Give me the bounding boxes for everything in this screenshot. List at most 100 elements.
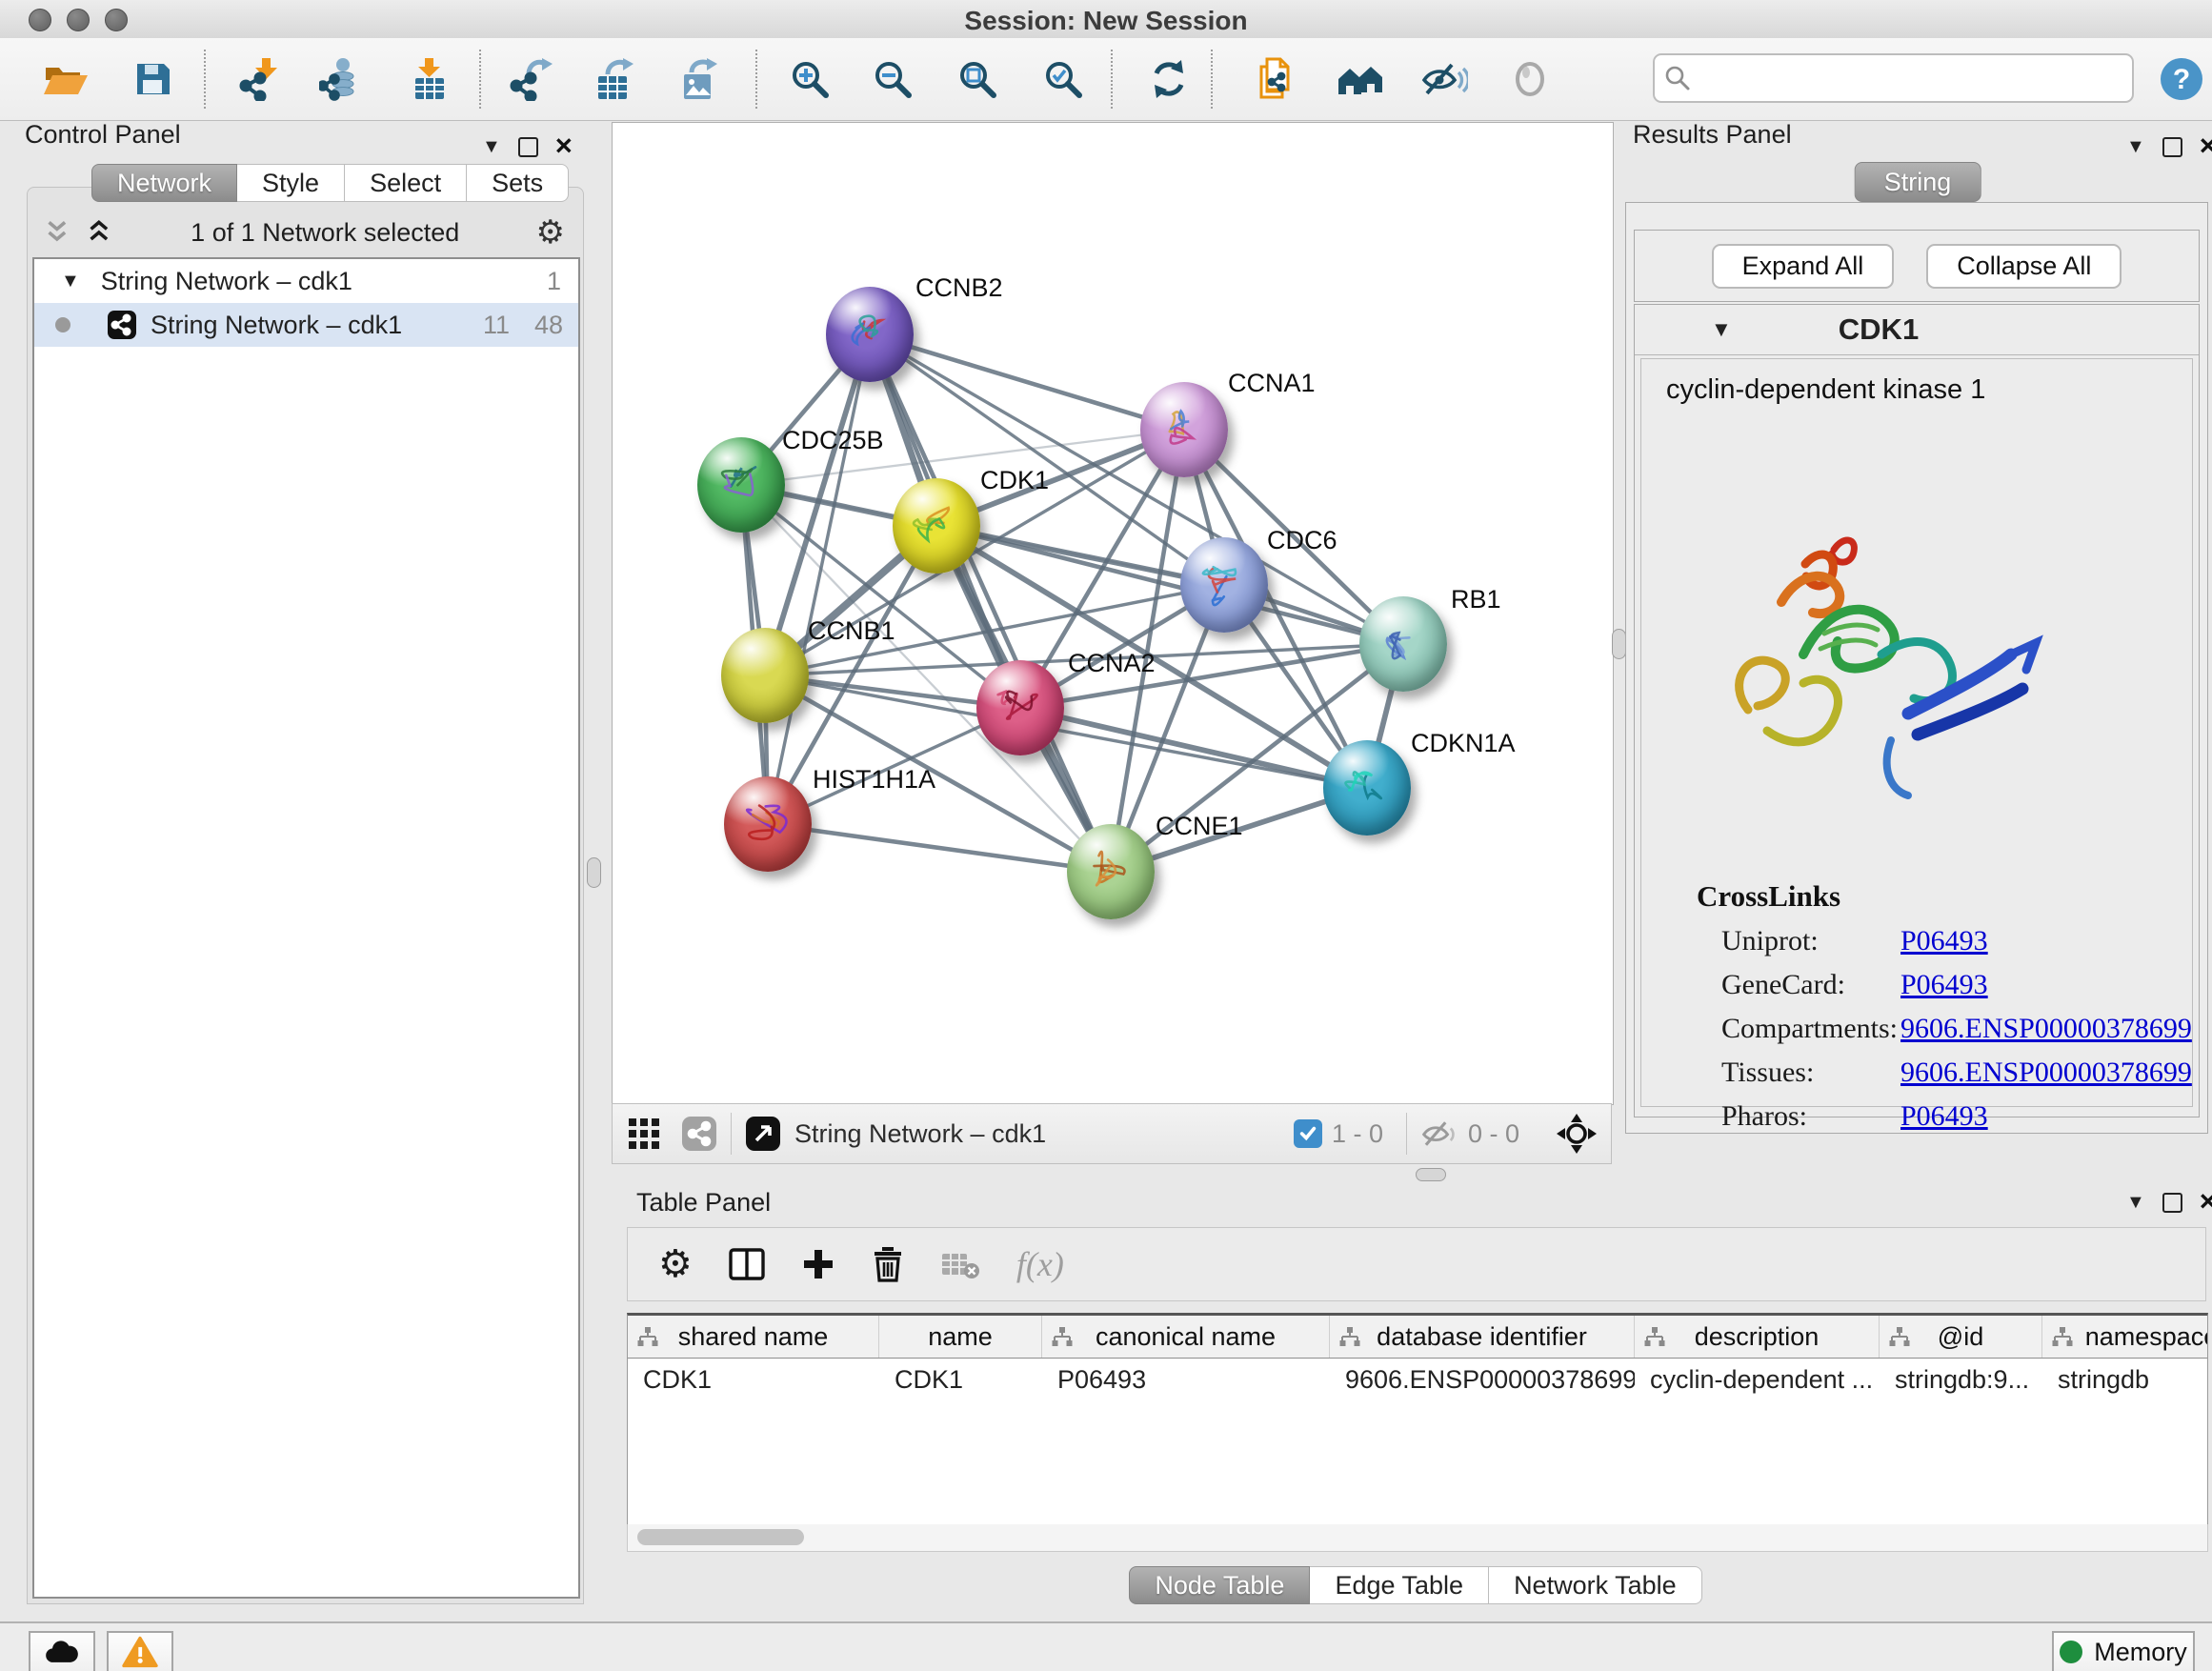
- network-node-ccna2[interactable]: [976, 660, 1064, 755]
- network-canvas[interactable]: CCNB2CCNA1CDC25BCDK1CDC6RB1CCNB1CCNA2CDK…: [612, 122, 1614, 1105]
- help-button[interactable]: ?: [2155, 52, 2208, 106]
- column-header-description[interactable]: description: [1635, 1316, 1880, 1358]
- clone-network-button[interactable]: [1249, 52, 1302, 106]
- expand-all-button[interactable]: Expand All: [1712, 244, 1895, 289]
- network-node-cdk1[interactable]: [893, 478, 980, 574]
- network-tree-row[interactable]: String Network – cdk1 11 48: [34, 303, 578, 347]
- horizontal-splitter-handle[interactable]: [1416, 1168, 1446, 1181]
- eye-slash-icon: [1420, 57, 1468, 101]
- zoom-selected-button[interactable]: [1036, 52, 1090, 106]
- crosslink-value-link[interactable]: P06493: [1900, 925, 1988, 957]
- zoom-fit-button[interactable]: [951, 52, 1004, 106]
- memory-button[interactable]: Memory: [2052, 1631, 2195, 1671]
- crosslink-value-link[interactable]: P06493: [1900, 1100, 1988, 1133]
- export-image-button[interactable]: [672, 52, 725, 106]
- column-header-namespace[interactable]: namespace: [2042, 1316, 2208, 1358]
- collapse-all-chevrons-icon[interactable]: [44, 220, 72, 245]
- table-row[interactable]: CDK1CDK1P064939606.ENSP00000378699cyclin…: [628, 1359, 2207, 1400]
- network-node-hist1h1a[interactable]: [724, 776, 812, 872]
- results-tab-string[interactable]: String: [1855, 162, 1981, 202]
- table-cell[interactable]: cyclin-dependent ...: [1635, 1365, 1880, 1395]
- network-overview-button[interactable]: [1335, 52, 1388, 106]
- import-network-database-button[interactable]: [314, 52, 368, 106]
- refresh-view-button[interactable]: [1142, 52, 1196, 106]
- column-header-name[interactable]: name: [879, 1316, 1042, 1358]
- tab-select[interactable]: Select: [345, 164, 467, 202]
- hide-panel-button[interactable]: [1418, 52, 1471, 106]
- network-node-cdc6[interactable]: [1180, 537, 1268, 633]
- table-cell[interactable]: CDK1: [879, 1365, 1042, 1395]
- panel-menu-icon[interactable]: ▼: [482, 137, 501, 156]
- tab-network[interactable]: Network: [91, 164, 237, 202]
- export-network-button[interactable]: [505, 52, 558, 106]
- table-cell[interactable]: 9606.ENSP00000378699: [1330, 1365, 1635, 1395]
- scrollbar-thumb[interactable]: [637, 1529, 804, 1545]
- column-header--id[interactable]: @id: [1880, 1316, 2042, 1358]
- network-node-ccne1[interactable]: [1067, 824, 1155, 919]
- tab-style[interactable]: Style: [237, 164, 345, 202]
- hidden-eye-icon[interactable]: [1420, 1117, 1458, 1151]
- panel-float-icon[interactable]: [2162, 137, 2182, 157]
- panel-menu-icon[interactable]: ▼: [2126, 1193, 2145, 1212]
- tab-edge-table[interactable]: Edge Table: [1310, 1566, 1489, 1604]
- collapse-entry-icon[interactable]: ▼: [1711, 317, 1732, 342]
- column-header-database-identifier[interactable]: database identifier: [1330, 1316, 1635, 1358]
- network-node-rb1[interactable]: [1359, 596, 1447, 692]
- expand-all-chevrons-icon[interactable]: [86, 220, 114, 245]
- gear-icon[interactable]: ⚙: [536, 213, 565, 252]
- delete-column-icon[interactable]: [872, 1246, 904, 1282]
- crosslink-value-link[interactable]: 9606.ENSP00000378699: [1900, 1057, 2192, 1089]
- panel-float-icon[interactable]: [518, 137, 538, 157]
- zoom-out-button[interactable]: [866, 52, 919, 106]
- edge-count: 48: [534, 311, 563, 340]
- table-gear-icon[interactable]: ⚙: [658, 1242, 693, 1286]
- add-column-icon[interactable]: [801, 1247, 835, 1281]
- import-table-file-button[interactable]: [403, 52, 456, 106]
- birds-eye-view-icon[interactable]: [745, 1116, 781, 1152]
- tree-expand-icon[interactable]: ▼: [61, 271, 80, 292]
- zoom-in-button[interactable]: [783, 52, 836, 106]
- column-header-canonical-name[interactable]: canonical name: [1042, 1316, 1330, 1358]
- table-cell[interactable]: CDK1: [628, 1365, 879, 1395]
- save-session-button[interactable]: [126, 52, 179, 106]
- show-columns-icon[interactable]: [729, 1248, 765, 1280]
- panel-close-icon[interactable]: ×: [2200, 1186, 2212, 1216]
- automation-cloud-button[interactable]: [29, 1631, 95, 1671]
- network-node-cdc25b[interactable]: [697, 437, 785, 533]
- network-node-ccnb1[interactable]: [721, 628, 809, 723]
- panel-menu-icon[interactable]: ▼: [2126, 137, 2145, 156]
- gene-entry-header[interactable]: ▼ CDK1: [1635, 305, 2199, 355]
- column-label: canonical name: [1096, 1322, 1276, 1352]
- panel-close-icon[interactable]: ×: [555, 131, 573, 160]
- panel-close-icon[interactable]: ×: [2200, 131, 2212, 160]
- left-splitter-handle[interactable]: [587, 857, 601, 888]
- table-cell[interactable]: P06493: [1042, 1365, 1330, 1395]
- tab-node-table[interactable]: Node Table: [1129, 1566, 1310, 1604]
- network-node-ccnb2[interactable]: [826, 287, 914, 382]
- show-hidden-button[interactable]: [1503, 52, 1557, 106]
- node-table[interactable]: shared namename canonical name database id…: [627, 1313, 2208, 1528]
- search-field[interactable]: [1653, 53, 2134, 103]
- fit-selected-crosshair-icon[interactable]: [1556, 1113, 1598, 1155]
- crosslink-value-link[interactable]: P06493: [1900, 969, 1988, 1001]
- grid-view-icon[interactable]: [628, 1117, 660, 1150]
- network-view-mode-icon[interactable]: [681, 1116, 717, 1152]
- import-network-file-button[interactable]: [234, 52, 288, 106]
- tab-network-table[interactable]: Network Table: [1489, 1566, 1702, 1604]
- network-node-ccna1[interactable]: [1140, 382, 1228, 477]
- search-input[interactable]: [1699, 63, 2122, 94]
- panel-float-icon[interactable]: [2162, 1193, 2182, 1213]
- table-cell[interactable]: stringdb:9...: [1880, 1365, 2042, 1395]
- table-horizontal-scrollbar[interactable]: [627, 1524, 2208, 1552]
- selected-nodes-checkbox[interactable]: [1294, 1119, 1322, 1148]
- network-tree-root-row[interactable]: ▼ String Network – cdk1 1: [34, 259, 578, 303]
- open-session-button[interactable]: [39, 52, 92, 106]
- crosslink-value-link[interactable]: 9606.ENSP00000378699: [1900, 1013, 2192, 1045]
- column-header-shared-name[interactable]: shared name: [628, 1316, 879, 1358]
- table-cell[interactable]: stringdb: [2042, 1365, 2208, 1395]
- collapse-all-button[interactable]: Collapse All: [1926, 244, 2122, 289]
- export-table-button[interactable]: [588, 52, 641, 106]
- tab-sets[interactable]: Sets: [467, 164, 569, 202]
- warnings-button[interactable]: [107, 1631, 173, 1671]
- network-node-cdkn1a[interactable]: [1323, 740, 1411, 836]
